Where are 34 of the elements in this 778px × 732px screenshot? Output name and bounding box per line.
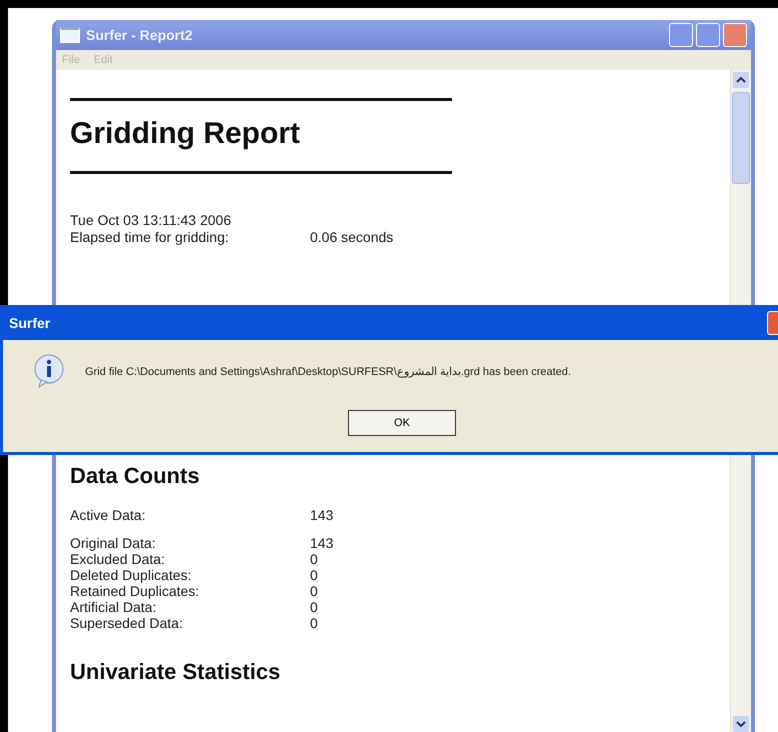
- info-icon: [33, 354, 65, 388]
- close-button[interactable]: [723, 23, 747, 47]
- field-label: Excluded Data:: [70, 551, 166, 567]
- menu-item[interactable]: Edit: [94, 54, 113, 66]
- field-label: Artificial Data:: [70, 599, 158, 615]
- window-title: Surfer - Report2: [86, 27, 193, 43]
- scroll-up-icon[interactable]: [733, 72, 749, 88]
- dialog-title: Surfer: [9, 314, 50, 330]
- field-value: 0: [310, 599, 318, 615]
- minimize-button[interactable]: [669, 23, 693, 47]
- window-icon: [60, 27, 80, 43]
- field-value: 143: [310, 507, 334, 523]
- field-value: 0.06 seconds: [310, 229, 394, 245]
- section-heading: Univariate Statistics: [70, 659, 282, 685]
- maximize-button[interactable]: [696, 23, 720, 47]
- scroll-thumb[interactable]: [732, 92, 750, 184]
- field-value: 143: [310, 535, 334, 551]
- report-title: Gridding Report: [70, 116, 301, 152]
- ok-button[interactable]: OK: [348, 410, 456, 436]
- field-label: Deleted Duplicates:: [70, 567, 192, 583]
- field-value: 0: [310, 615, 318, 631]
- field-label: Original Data:: [70, 535, 157, 551]
- section-heading: Data Counts: [70, 463, 201, 489]
- scroll-down-icon[interactable]: [733, 716, 749, 732]
- menu-item[interactable]: File: [62, 54, 80, 66]
- field-value: 0: [310, 583, 318, 599]
- dialog-message: Grid file C:\Documents and Settings\Ashraf\Desktop\SURFESR\بداية المشروع.grd has been created.: [85, 364, 571, 378]
- field-value: 0: [310, 551, 318, 567]
- field-label: Active Data:: [70, 507, 146, 523]
- field-value: 0: [310, 567, 318, 583]
- field-label: Superseded Data:: [70, 615, 184, 631]
- timestamp: Tue Oct 03 13:11:43 2006: [70, 212, 232, 229]
- field-label: Retained Duplicates:: [70, 583, 200, 599]
- field-label: Elapsed time for gridding:: [70, 229, 230, 245]
